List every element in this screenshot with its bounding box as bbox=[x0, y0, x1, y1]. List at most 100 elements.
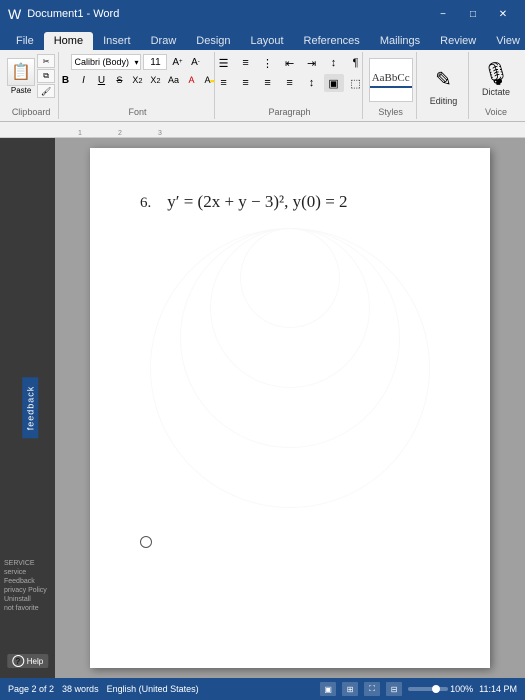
sort-button[interactable]: ↕ bbox=[324, 54, 344, 72]
paragraph-group: ☰ ≡ ⋮ ⇤ ⇥ ↕ ¶ ≡ ≡ ≡ ≡ ↕ ▣ ⬚ Paragraph bbox=[217, 52, 364, 119]
cut-button[interactable]: ✂ bbox=[37, 54, 55, 68]
clipboard-group: 📋 Paste ✂ ⧉ 🖌 Clipboard bbox=[4, 52, 59, 119]
tab-design[interactable]: Design bbox=[186, 32, 240, 50]
zoom-track[interactable] bbox=[408, 687, 448, 691]
language-indicator[interactable]: English (United States) bbox=[107, 684, 199, 694]
tab-layout[interactable]: Layout bbox=[241, 32, 294, 50]
small-buttons: ✂ ⧉ 🖌 bbox=[37, 54, 55, 98]
styles-content: AaBbCc bbox=[369, 54, 413, 105]
tab-review[interactable]: Review bbox=[430, 32, 486, 50]
sidebar-item-service2[interactable]: service bbox=[4, 569, 51, 576]
title-bar: W Document1 - Word − □ ✕ bbox=[0, 0, 525, 28]
font-name-box[interactable]: Calibri (Body) ▾ bbox=[71, 54, 141, 70]
help-circle-icon: ? bbox=[12, 655, 24, 667]
bullets-button[interactable]: ☰ bbox=[214, 54, 234, 72]
left-sidebar: feedback SERVICE service Feedback privac… bbox=[0, 138, 55, 678]
font-color-button[interactable]: A bbox=[183, 72, 199, 88]
ruler-mark-3: 3 bbox=[140, 130, 180, 137]
help-button-sidebar[interactable]: ? Help bbox=[7, 654, 48, 668]
sidebar-item-favorite[interactable]: not favorite bbox=[4, 605, 51, 612]
font-size-box[interactable]: 11 bbox=[143, 54, 167, 70]
change-case-button[interactable]: Aa bbox=[165, 72, 181, 88]
dictate-icon: 🎙 bbox=[482, 63, 510, 85]
editing-content: ✎ Editing bbox=[423, 54, 463, 115]
document-page[interactable]: 6. y′ = (2x + y − 3)², y(0) = 2 bbox=[90, 148, 490, 668]
subscript-button[interactable]: X2 bbox=[129, 72, 145, 88]
style-normal-button[interactable]: AaBbCc bbox=[369, 58, 413, 102]
title-bar-controls: − □ ✕ bbox=[429, 4, 517, 24]
align-left-button[interactable]: ≡ bbox=[214, 74, 234, 92]
font-content: Calibri (Body) ▾ 11 A+ A- B I U S X2 X2 … bbox=[57, 54, 217, 105]
status-bar: Page 2 of 2 38 words English (United Sta… bbox=[0, 678, 525, 700]
time-display: 11:14 PM bbox=[479, 684, 517, 694]
paragraph-label: Paragraph bbox=[223, 107, 357, 117]
borders-button[interactable]: ⬚ bbox=[346, 74, 366, 92]
help-btn[interactable]: ? Help bbox=[7, 654, 48, 668]
ruler-marks: 1 2 3 bbox=[0, 122, 525, 137]
zoom-slider[interactable]: 100% bbox=[408, 684, 473, 694]
font-name-value: Calibri (Body) bbox=[74, 57, 129, 67]
tab-insert[interactable]: Insert bbox=[93, 32, 141, 50]
tab-view[interactable]: View bbox=[486, 32, 525, 50]
content-area: feedback SERVICE service Feedback privac… bbox=[0, 138, 525, 678]
paragraph-content: ☰ ≡ ⋮ ⇤ ⇥ ↕ ¶ ≡ ≡ ≡ ≡ ↕ ▣ ⬚ bbox=[214, 54, 366, 105]
sidebar-item-service[interactable]: SERVICE bbox=[4, 560, 51, 567]
underline-button[interactable]: U bbox=[93, 72, 109, 88]
close-button[interactable]: ✕ bbox=[489, 4, 517, 24]
align-center-button[interactable]: ≡ bbox=[236, 74, 256, 92]
italic-button[interactable]: I bbox=[75, 72, 91, 88]
immersive-reader-button[interactable]: ⊟ bbox=[386, 682, 402, 696]
bold-button[interactable]: B bbox=[57, 72, 73, 88]
strikethrough-button[interactable]: S bbox=[111, 72, 127, 88]
horizontal-ruler: 1 2 3 bbox=[0, 122, 525, 138]
increase-indent-button[interactable]: ⇥ bbox=[302, 54, 322, 72]
format-painter-button[interactable]: 🖌 bbox=[37, 84, 55, 98]
zoom-level: 100% bbox=[450, 684, 473, 694]
shading-button[interactable]: ▣ bbox=[324, 74, 344, 92]
tab-draw[interactable]: Draw bbox=[141, 32, 187, 50]
print-layout-view-button[interactable]: ▣ bbox=[320, 682, 336, 696]
page-info: Page 2 of 2 bbox=[8, 684, 54, 694]
feedback-tab[interactable]: feedback bbox=[22, 378, 38, 439]
maximize-button[interactable]: □ bbox=[459, 4, 487, 24]
ruler-mark-1: 1 bbox=[60, 130, 100, 137]
multilevel-list-button[interactable]: ⋮ bbox=[258, 54, 278, 72]
help-label: Help bbox=[27, 657, 43, 666]
dictate-button[interactable]: 🎙 Dictate bbox=[476, 61, 516, 99]
font-name-dropdown-icon: ▾ bbox=[134, 58, 138, 67]
document-container[interactable]: 6. y′ = (2x + y − 3)², y(0) = 2 bbox=[55, 138, 525, 678]
align-right-button[interactable]: ≡ bbox=[258, 74, 278, 92]
paste-icon: 📋 bbox=[7, 58, 35, 86]
numbering-button[interactable]: ≡ bbox=[236, 54, 256, 72]
font-size-value: 11 bbox=[150, 57, 160, 68]
show-formatting-button[interactable]: ¶ bbox=[346, 54, 366, 72]
document-title: Document1 - Word bbox=[27, 8, 119, 20]
superscript-button[interactable]: X2 bbox=[147, 72, 163, 88]
increase-font-button[interactable]: A+ bbox=[169, 54, 185, 70]
copy-button[interactable]: ⧉ bbox=[37, 69, 55, 83]
paste-button[interactable]: 📋 Paste bbox=[7, 58, 35, 95]
title-bar-left: W Document1 - Word bbox=[8, 6, 119, 22]
sidebar-item-uninstall[interactable]: Uninstall bbox=[4, 596, 51, 603]
ruler-mark-2: 2 bbox=[100, 130, 140, 137]
tab-home[interactable]: Home bbox=[44, 32, 93, 50]
focus-button[interactable]: ⛶ bbox=[364, 682, 380, 696]
word-icon: W bbox=[8, 6, 21, 22]
sidebar-item-feedback[interactable]: Feedback bbox=[4, 578, 51, 585]
styles-label: Styles bbox=[371, 107, 410, 117]
para-icon-row-1: ☰ ≡ ⋮ ⇤ ⇥ ↕ ¶ bbox=[214, 54, 366, 72]
web-view-button[interactable]: ⊞ bbox=[342, 682, 358, 696]
tab-mailings[interactable]: Mailings bbox=[370, 32, 430, 50]
voice-label: Voice bbox=[477, 107, 515, 117]
decrease-font-button[interactable]: A- bbox=[187, 54, 203, 70]
line-spacing-button[interactable]: ↕ bbox=[302, 74, 322, 92]
minimize-button[interactable]: − bbox=[429, 4, 457, 24]
tab-file[interactable]: File bbox=[6, 32, 44, 50]
editing-button[interactable]: ✎ Editing bbox=[423, 60, 463, 110]
styles-area: AaBbCc bbox=[369, 58, 413, 102]
tab-references[interactable]: References bbox=[294, 32, 370, 50]
decrease-indent-button[interactable]: ⇤ bbox=[280, 54, 300, 72]
status-bar-left: Page 2 of 2 38 words English (United Sta… bbox=[8, 684, 199, 694]
justify-button[interactable]: ≡ bbox=[280, 74, 300, 92]
sidebar-item-privacy[interactable]: privacy Policy bbox=[4, 587, 51, 594]
